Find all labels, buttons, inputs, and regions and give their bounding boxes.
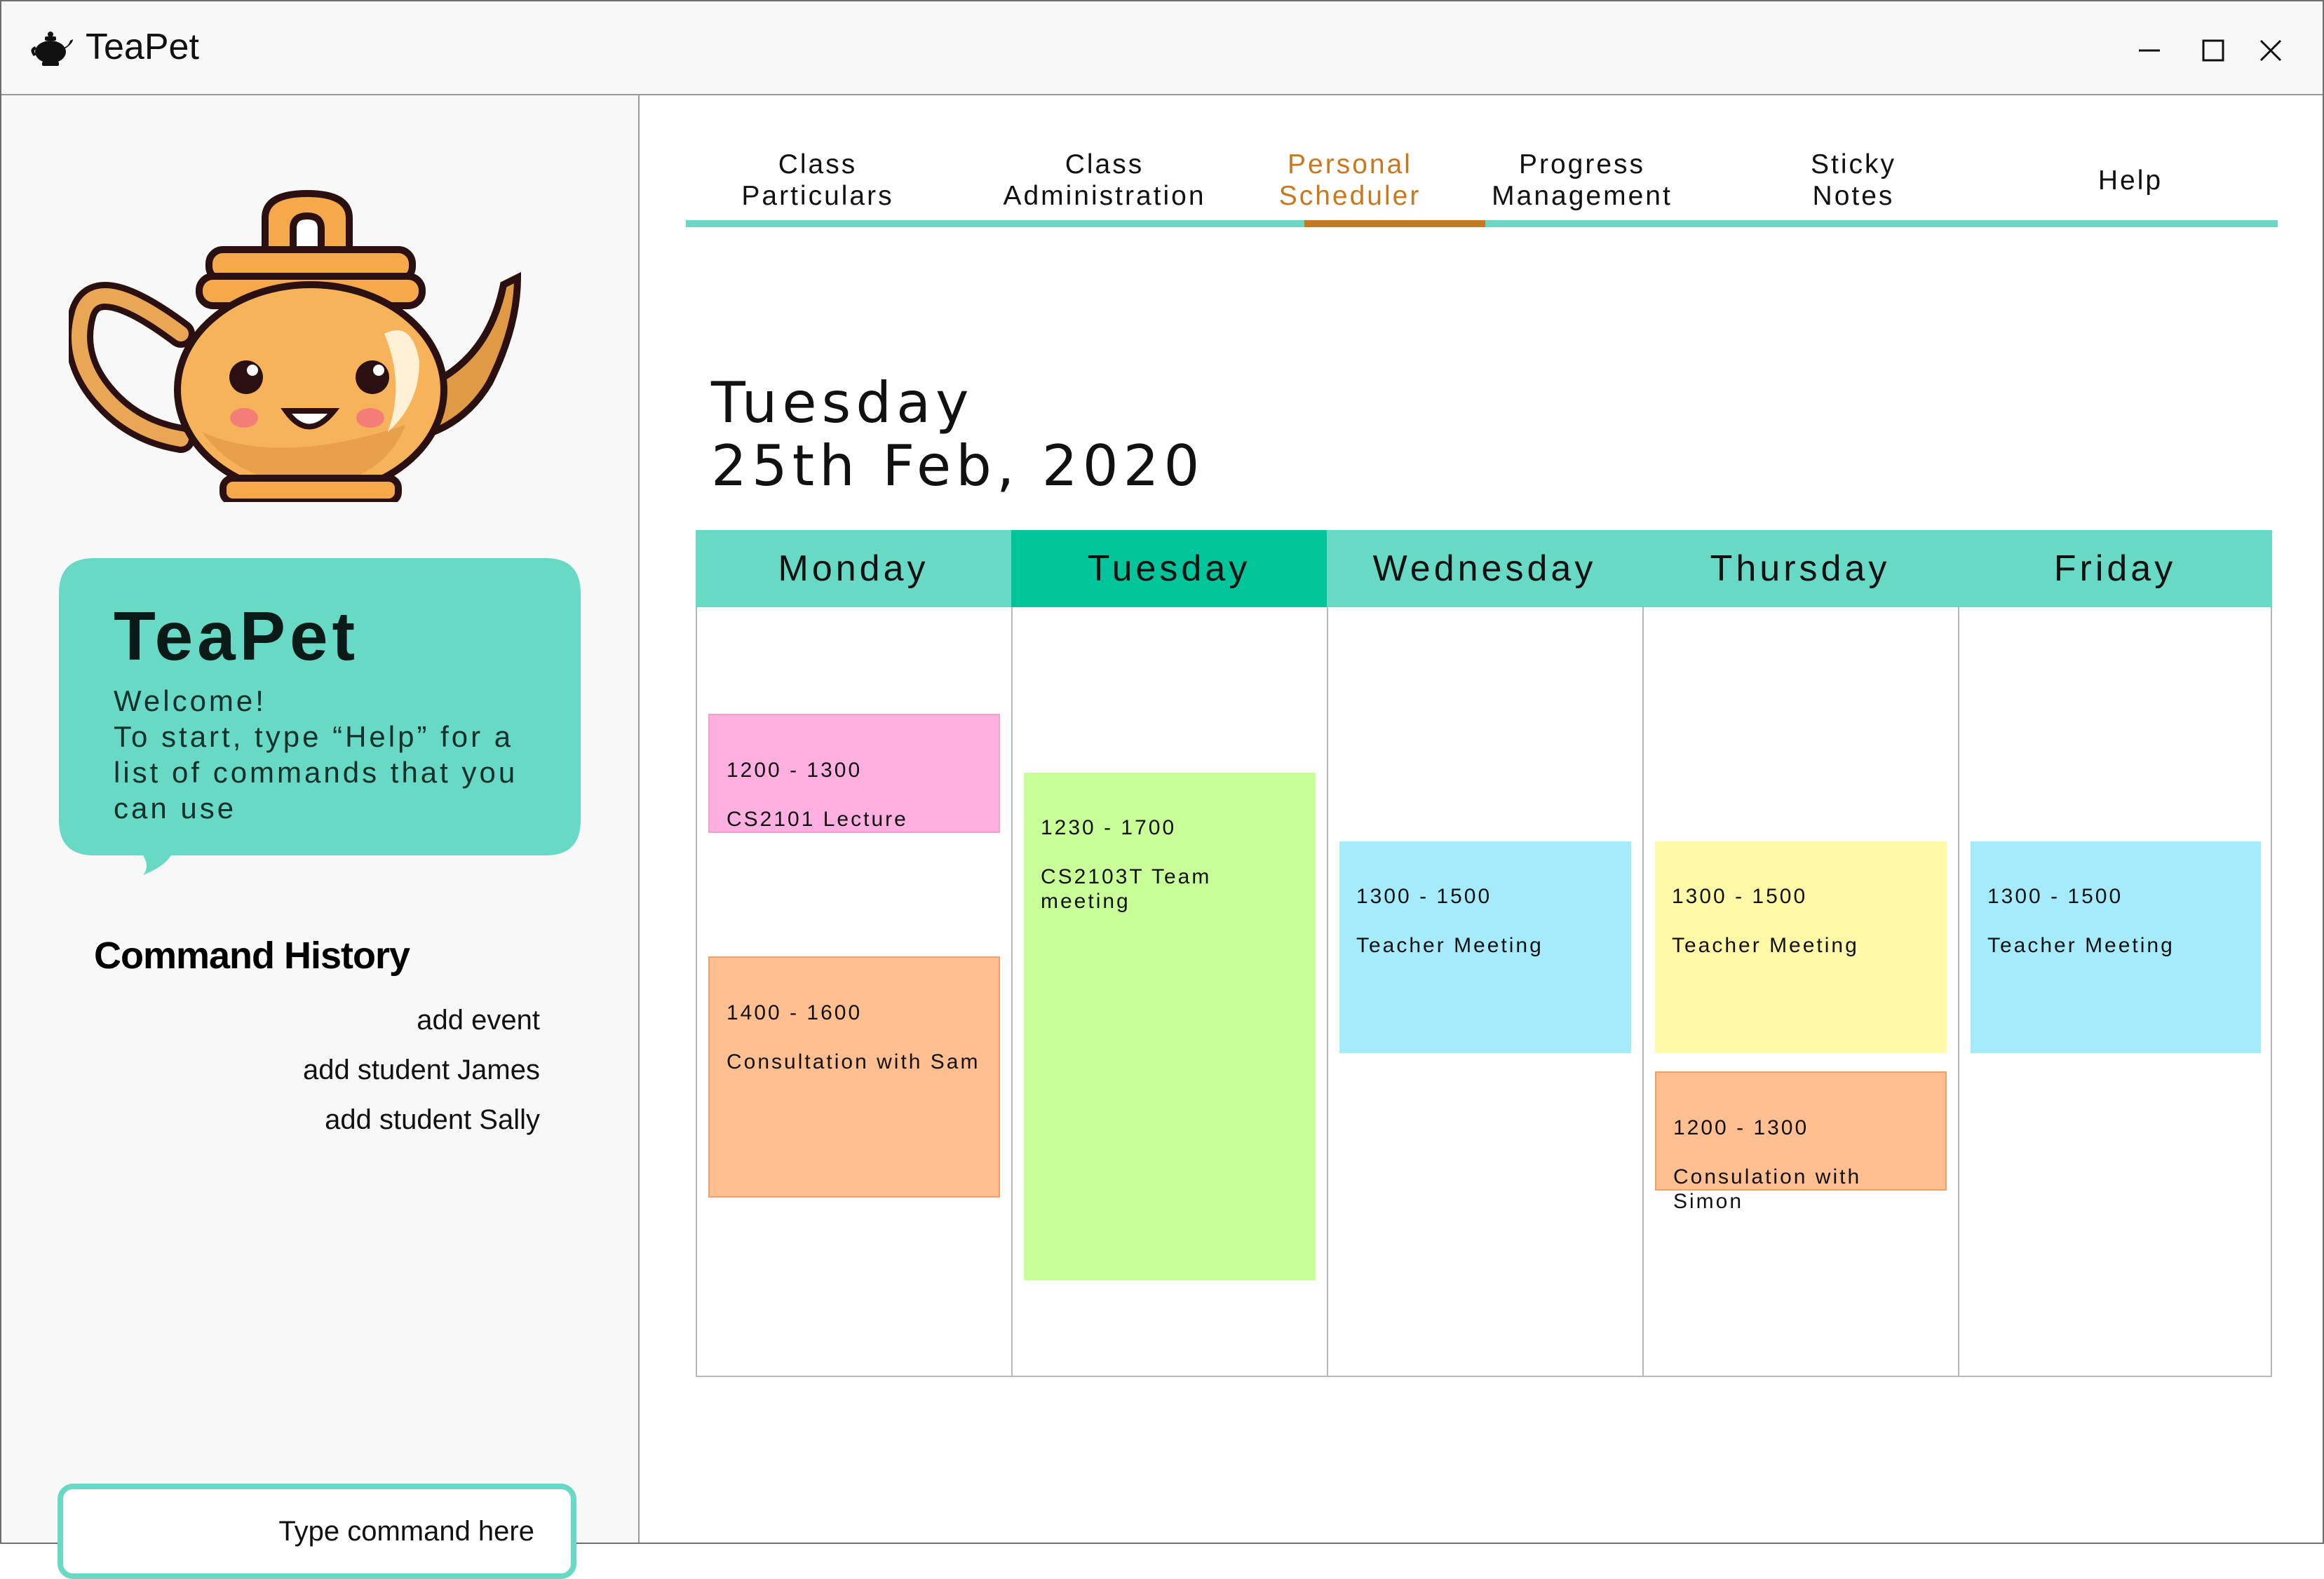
event-time: 1300 - 1500 (1672, 885, 1808, 908)
title-bar: TeaPet (1, 1, 2323, 95)
welcome-message: Welcome! To start, type “Help” for a lis… (114, 684, 518, 825)
tab-class-administration[interactable]: Class Administration (950, 140, 1259, 220)
event-card[interactable]: 1230 - 1700 CS2103T Team meeting (1024, 773, 1316, 1280)
day-header-friday: Friday (1958, 530, 2272, 607)
app-window: TeaPet TeaPet Welcome! To start, type “H… (0, 0, 2324, 1579)
history-item: add student Sally (325, 1104, 540, 1135)
tab-bar: Class Particulars Class Administration P… (686, 140, 2278, 227)
event-title: Teacher Meeting (1672, 934, 1859, 957)
event-title: Consultation with Sam (727, 1050, 980, 1073)
teapot-icon (31, 32, 73, 66)
command-history-title: Command History (94, 935, 410, 977)
tab-help[interactable]: Help (1983, 140, 2278, 220)
tab-class-particulars[interactable]: Class Particulars (686, 140, 950, 220)
day-column-thursday: 1300 - 1500 Teacher Meeting 1200 - 1300 … (1642, 607, 1958, 1377)
event-card[interactable]: 1300 - 1500 Teacher Meeting (1971, 841, 2261, 1053)
day-header-monday: Monday (696, 530, 1011, 607)
command-history-list: add event add student James add student … (303, 996, 540, 1145)
command-input[interactable] (114, 1516, 534, 1547)
tab-personal-scheduler[interactable]: Personal Scheduler (1259, 140, 1440, 220)
event-card[interactable]: 1200 - 1300 CS2101 Lecture (708, 714, 1000, 833)
command-box[interactable] (58, 1484, 576, 1579)
event-time: 1400 - 1600 (727, 1001, 863, 1024)
day-header-tuesday: Tuesday (1011, 530, 1327, 607)
app-title: TeaPet (86, 27, 199, 67)
maximize-icon[interactable] (2192, 29, 2234, 72)
history-item: add student James (303, 1055, 540, 1085)
day-column-tuesday: 1230 - 1700 CS2103T Team meeting (1011, 607, 1327, 1377)
event-card[interactable]: 1400 - 1600 Consultation with Sam (708, 956, 1000, 1198)
day-column-wednesday: 1300 - 1500 Teacher Meeting (1327, 607, 1642, 1377)
event-time: 1200 - 1300 (1673, 1116, 1809, 1139)
close-icon[interactable] (2250, 29, 2292, 72)
tab-progress-management[interactable]: Progress Management (1440, 140, 1724, 220)
history-item: add event (417, 1005, 540, 1036)
day-header-thursday: Thursday (1642, 530, 1958, 607)
event-card[interactable]: 1300 - 1500 Teacher Meeting (1339, 841, 1631, 1053)
weekly-calendar: Monday Tuesday Wednesday Thursday Friday… (696, 530, 2272, 1378)
event-time: 1300 - 1500 (1356, 885, 1492, 908)
day-column-monday: 1200 - 1300 CS2101 Lecture 1400 - 1600 C… (696, 607, 1011, 1377)
day-column-friday: 1300 - 1500 Teacher Meeting (1958, 607, 2272, 1377)
event-time: 1200 - 1300 (727, 759, 863, 782)
event-time: 1300 - 1500 (1987, 885, 2123, 908)
event-time: 1230 - 1700 (1041, 816, 1177, 839)
tab-sticky-notes[interactable]: Sticky Notes (1724, 140, 1983, 220)
event-card[interactable]: 1300 - 1500 Teacher Meeting (1655, 841, 1947, 1053)
bubble-title: TeaPet (114, 597, 360, 675)
event-card[interactable]: 1200 - 1300 Consulation with Simon (1655, 1071, 1947, 1213)
minimize-icon[interactable] (2129, 29, 2171, 72)
event-title: Teacher Meeting (1987, 934, 2175, 957)
event-title: CS2103T Team meeting (1041, 865, 1212, 913)
sidebar: TeaPet Welcome! To start, type “Help” fo… (1, 95, 640, 1579)
event-title: Consulation with Simon (1673, 1165, 1862, 1213)
scheduler-date-title: Tuesday 25th Feb, 2020 (711, 370, 1205, 499)
teapot-mascot (69, 189, 522, 502)
active-tab-indicator (1304, 220, 1485, 227)
event-title: CS2101 Lecture (727, 808, 908, 831)
day-header-wednesday: Wednesday (1327, 530, 1642, 607)
event-title: Teacher Meeting (1356, 934, 1543, 957)
